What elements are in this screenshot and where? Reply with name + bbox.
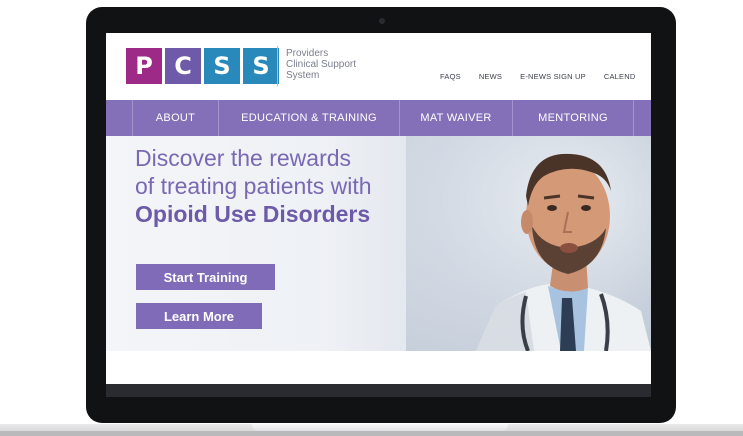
topnav-enews-signup[interactable]: E-NEWS SIGN UP (520, 72, 586, 81)
main-nav: ABOUT EDUCATION & TRAINING MAT WAIVER ME… (106, 100, 651, 136)
topnav-news[interactable]: NEWS (479, 72, 502, 81)
logo-subtitle: Providers Clinical Support System (286, 48, 376, 81)
topnav-calendar[interactable]: CALEND (604, 72, 636, 81)
hero-headline: Discover the rewards of treating patient… (135, 144, 425, 228)
content-area (106, 351, 651, 384)
nav-item-education-training[interactable]: EDUCATION & TRAINING (219, 100, 400, 136)
laptop-base-shadow (0, 431, 743, 436)
nav-spacer (106, 100, 133, 136)
site-header: P C S S Providers Clinical Support Syste… (106, 33, 651, 100)
logo-letter-s1: S (204, 48, 240, 84)
start-training-button[interactable]: Start Training (136, 264, 275, 290)
laptop-mockup: P C S S Providers Clinical Support Syste… (0, 0, 743, 436)
laptop-screen: P C S S Providers Clinical Support Syste… (106, 33, 651, 397)
nav-item-mentoring[interactable]: MENTORING (513, 100, 634, 136)
hero-line-1: Discover the rewards (135, 145, 352, 171)
topnav-faqs[interactable]: FAQS (440, 72, 461, 81)
logo-letter-c: C (165, 48, 201, 84)
logo-letter-s2: S (243, 48, 279, 84)
doctor-photo (476, 153, 651, 351)
nav-item-mat-waiver[interactable]: MAT WAIVER (400, 100, 513, 136)
logo-divider (277, 46, 278, 86)
nav-item-about[interactable]: ABOUT (133, 100, 219, 136)
learn-more-button[interactable]: Learn More (136, 303, 262, 329)
logo-subtitle-line: System (286, 70, 320, 81)
utility-nav: FAQS NEWS E-NEWS SIGN UP CALEND (440, 72, 635, 81)
camera-icon (379, 18, 385, 24)
pcss-logo[interactable]: P C S S (126, 48, 279, 84)
hero-line-3: Opioid Use Disorders (135, 201, 371, 227)
screen-bottom-bar (106, 384, 651, 397)
logo-subtitle-line: Providers (286, 48, 329, 59)
logo-letter-p: P (126, 48, 162, 84)
hero-banner: Discover the rewards of treating patient… (106, 136, 651, 351)
logo-subtitle-line: Clinical Support (286, 59, 357, 70)
hero-line-2: of treating patients with (135, 173, 372, 199)
